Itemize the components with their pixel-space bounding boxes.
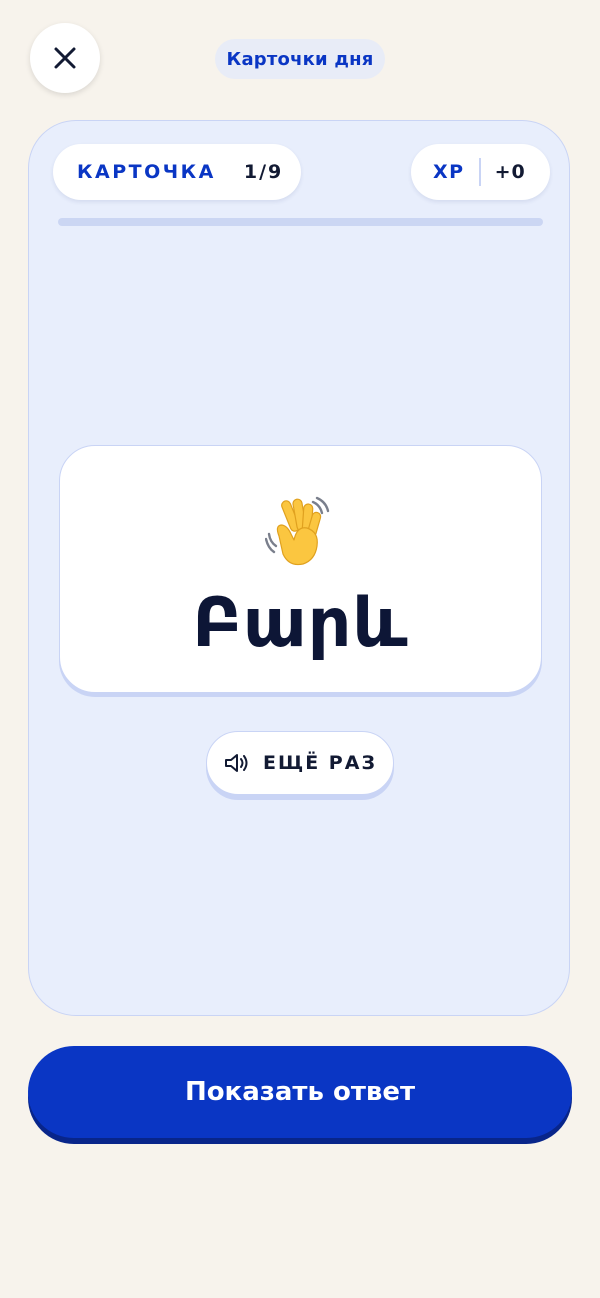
card-counter-value: 1/9 xyxy=(243,161,284,183)
close-icon xyxy=(52,45,78,71)
replay-audio-label: ЕЩЁ РАЗ xyxy=(263,752,377,774)
xp-counter: XP +0 xyxy=(411,144,550,200)
xp-label: XP xyxy=(433,161,465,183)
flashcard: Բարև xyxy=(59,445,542,693)
flashcard-word: Բարև xyxy=(192,584,409,663)
waving-hand-icon xyxy=(264,496,333,568)
close-button[interactable] xyxy=(30,23,100,93)
flashcard-panel: КАРТОЧКА 1/9 XP +0 Բարև ЕЩЁ РАЗ xyxy=(28,120,570,1016)
card-counter-label: КАРТОЧКА xyxy=(77,161,216,183)
show-answer-button[interactable]: Показать ответ xyxy=(28,1046,572,1138)
divider xyxy=(478,158,481,186)
replay-audio-button[interactable]: ЕЩЁ РАЗ xyxy=(206,731,394,795)
show-answer-label: Показать ответ xyxy=(184,1077,416,1107)
card-counter: КАРТОЧКА 1/9 xyxy=(53,144,301,200)
page-title: Карточки дня xyxy=(215,39,385,79)
xp-value: +0 xyxy=(494,161,526,183)
progress-bar xyxy=(58,218,543,226)
speaker-icon xyxy=(223,752,251,774)
